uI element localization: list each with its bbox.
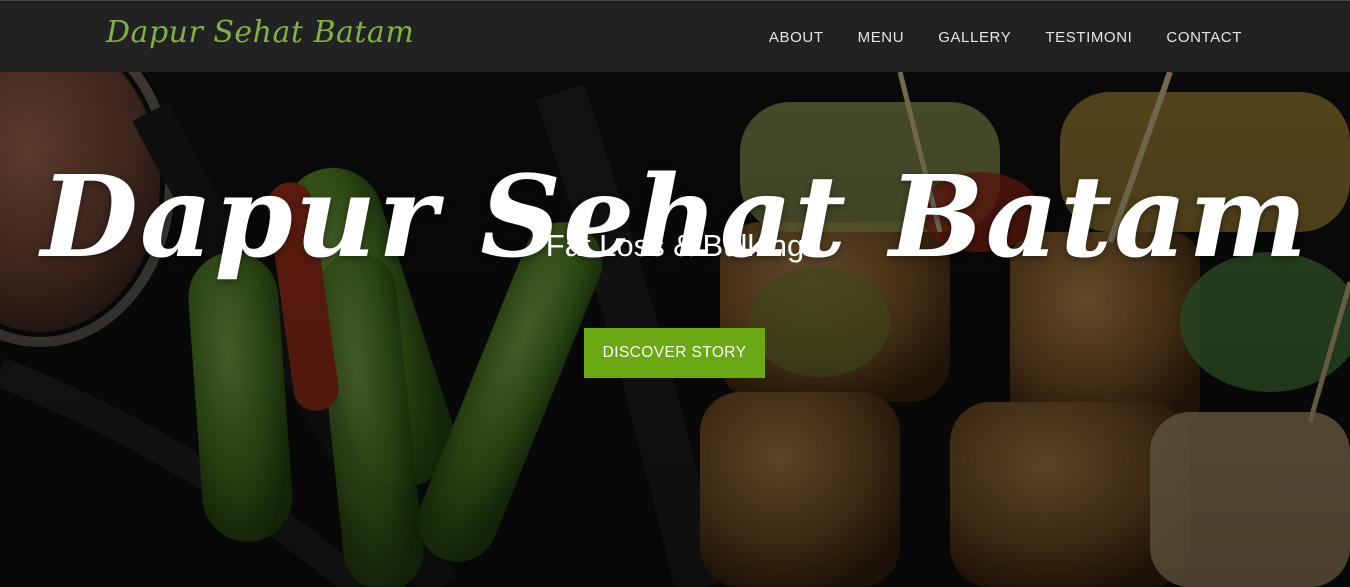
- brand-logo-link[interactable]: Dapur Sehat Batam: [106, 15, 414, 50]
- nav-links: ABOUT MENU GALLERY TESTIMONI CONTACT: [769, 1, 1242, 73]
- nav-link-contact[interactable]: CONTACT: [1166, 29, 1242, 46]
- nav-link-testimoni[interactable]: TESTIMONI: [1045, 29, 1132, 46]
- nav-link-about[interactable]: ABOUT: [769, 29, 824, 46]
- nav-link-gallery[interactable]: GALLERY: [938, 29, 1011, 46]
- hero-section: Dapur Sehat Batam Fat Loss & Bulking DIS…: [0, 72, 1350, 587]
- nav-link-menu[interactable]: MENU: [858, 29, 905, 46]
- navbar: Dapur Sehat Batam ABOUT MENU GALLERY TES…: [0, 0, 1350, 72]
- discover-story-button[interactable]: DISCOVER STORY: [584, 328, 765, 378]
- hero-subtitle: Fat Loss & Bulking: [545, 228, 805, 263]
